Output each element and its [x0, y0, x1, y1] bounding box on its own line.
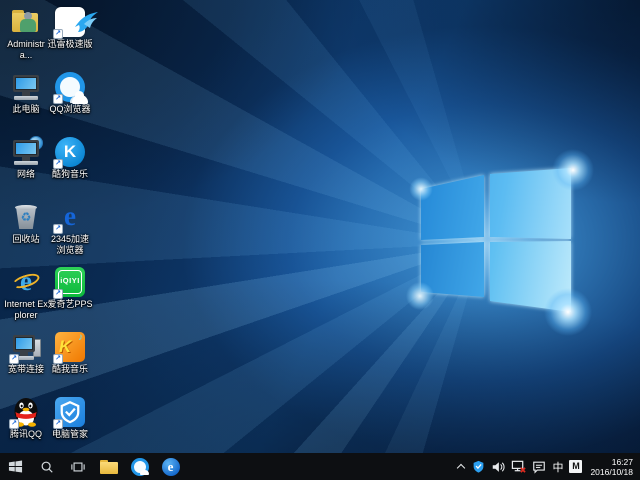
shortcut-arrow-icon: ↗	[53, 159, 63, 169]
qq-penguin-icon: ↗	[10, 396, 42, 428]
icon-label: 网络	[3, 169, 49, 180]
task-view-button[interactable]	[62, 453, 93, 480]
shortcut-arrow-icon: ↗	[53, 29, 63, 39]
pc-manager-shield-icon: ↗	[54, 396, 86, 428]
icon-label: 电脑管家	[47, 429, 93, 440]
icon-label: 回收站	[3, 234, 49, 245]
action-center-button[interactable]	[530, 453, 548, 480]
broadband-connection-icon: ↗	[10, 331, 42, 363]
icon-label: Internet Explorer	[3, 299, 49, 320]
shortcut-arrow-icon: ↗	[9, 354, 19, 364]
thunder-bird-icon: ↗	[54, 6, 86, 38]
desktop-icon-administrator[interactable]: Administra...	[3, 6, 49, 60]
system-tray: 中 M 16:27 2016/10/18	[453, 453, 640, 480]
chevron-up-icon	[457, 463, 465, 471]
icon-label: Administra...	[3, 39, 49, 60]
shortcut-arrow-icon: ↗	[9, 419, 19, 429]
desktop-wallpaper: Administra... 此电脑 网络 ♻ 回收站 e Internet Ex…	[0, 0, 640, 453]
recycle-bin-icon: ♻	[10, 201, 42, 233]
volume-icon	[491, 460, 505, 474]
e-browser-taskbar-button[interactable]: e	[155, 453, 186, 480]
network-disconnected-icon	[511, 459, 526, 474]
desktop-icon-recycle-bin[interactable]: ♻ 回收站	[3, 201, 49, 245]
desktop-icon-kuwo[interactable]: K♪ ↗ 酷我音乐	[47, 331, 93, 375]
desktop-icon-2345-browser[interactable]: e ↗ 2345加速浏览器	[47, 201, 93, 255]
qq-browser-icon	[131, 458, 149, 476]
clock-time: 16:27	[590, 457, 633, 467]
internet-explorer-icon: e	[10, 266, 42, 298]
desktop-icon-iqiyi[interactable]: iQIYI ↗ 爱奇艺PPS	[47, 266, 93, 310]
qq-browser-taskbar-button[interactable]	[124, 453, 155, 480]
icon-label: 迅雷极速版	[47, 39, 93, 50]
search-button[interactable]	[31, 453, 62, 480]
task-view-icon	[71, 460, 85, 474]
icon-label: 腾讯QQ	[3, 429, 49, 440]
ime-mode-button[interactable]: 中	[550, 453, 565, 480]
ime-m-badge-icon: M	[569, 460, 582, 473]
desktop-icon-kugou[interactable]: K ↗ 酷狗音乐	[47, 136, 93, 180]
icon-label: QQ浏览器	[47, 104, 93, 115]
iqiyi-pps-icon: iQIYI ↗	[54, 266, 86, 298]
security-shield-icon	[472, 460, 485, 473]
icon-label: 酷狗音乐	[47, 169, 93, 180]
ime-chinese-indicator: 中	[552, 459, 563, 475]
volume-tray-button[interactable]	[489, 453, 507, 480]
icon-label: 2345加速浏览器	[47, 234, 93, 255]
desktop-icon-internet-explorer[interactable]: e Internet Explorer	[3, 266, 49, 320]
e-browser-icon: e	[162, 458, 180, 476]
desktop-icon-network[interactable]: 网络	[3, 136, 49, 180]
icon-label: 爱奇艺PPS	[47, 299, 93, 310]
taskbar: e	[0, 453, 640, 480]
ime-badge-button[interactable]: M	[567, 453, 584, 480]
security-tray-button[interactable]	[470, 453, 487, 480]
network-icon	[10, 136, 42, 168]
qq-browser-icon: ↗	[54, 71, 86, 103]
file-explorer-button[interactable]	[93, 453, 124, 480]
icon-label: 此电脑	[3, 104, 49, 115]
icon-label: 酷我音乐	[47, 364, 93, 375]
shortcut-arrow-icon: ↗	[53, 354, 63, 364]
kugou-music-icon: K ↗	[54, 136, 86, 168]
action-center-icon	[532, 460, 546, 474]
start-button[interactable]	[0, 453, 31, 480]
taskbar-empty-area	[186, 453, 453, 480]
kuwo-music-icon: K♪ ↗	[54, 331, 86, 363]
user-folder-icon	[10, 6, 42, 38]
desktop-icon-tencent-qq[interactable]: ↗ 腾讯QQ	[3, 396, 49, 440]
desktop-icon-thunder[interactable]: ↗ 迅雷极速版	[47, 6, 93, 50]
folder-icon	[100, 460, 118, 474]
windows-hero-logo	[418, 166, 574, 316]
network-tray-button[interactable]	[509, 453, 528, 480]
show-hidden-icons-button[interactable]	[453, 453, 468, 480]
desktop-icon-qq-browser[interactable]: ↗ QQ浏览器	[47, 71, 93, 115]
windows-logo-icon	[8, 459, 23, 474]
desktop-icon-pc-manager[interactable]: ↗ 电脑管家	[47, 396, 93, 440]
search-icon	[40, 460, 54, 474]
shortcut-arrow-icon: ↗	[53, 289, 63, 299]
desktop-icon-this-pc[interactable]: 此电脑	[3, 71, 49, 115]
icon-label: 宽带连接	[3, 364, 49, 375]
e-browser-icon: e ↗	[54, 201, 86, 233]
shortcut-arrow-icon: ↗	[53, 224, 63, 234]
shortcut-arrow-icon: ↗	[53, 419, 63, 429]
windows-pane-bottom-right	[418, 166, 574, 316]
taskbar-clock[interactable]: 16:27 2016/10/18	[586, 457, 637, 477]
shortcut-arrow-icon: ↗	[53, 94, 63, 104]
this-pc-icon	[10, 71, 42, 103]
clock-date: 2016/10/18	[590, 467, 633, 477]
desktop-icon-broadband[interactable]: ↗ 宽带连接	[3, 331, 49, 375]
